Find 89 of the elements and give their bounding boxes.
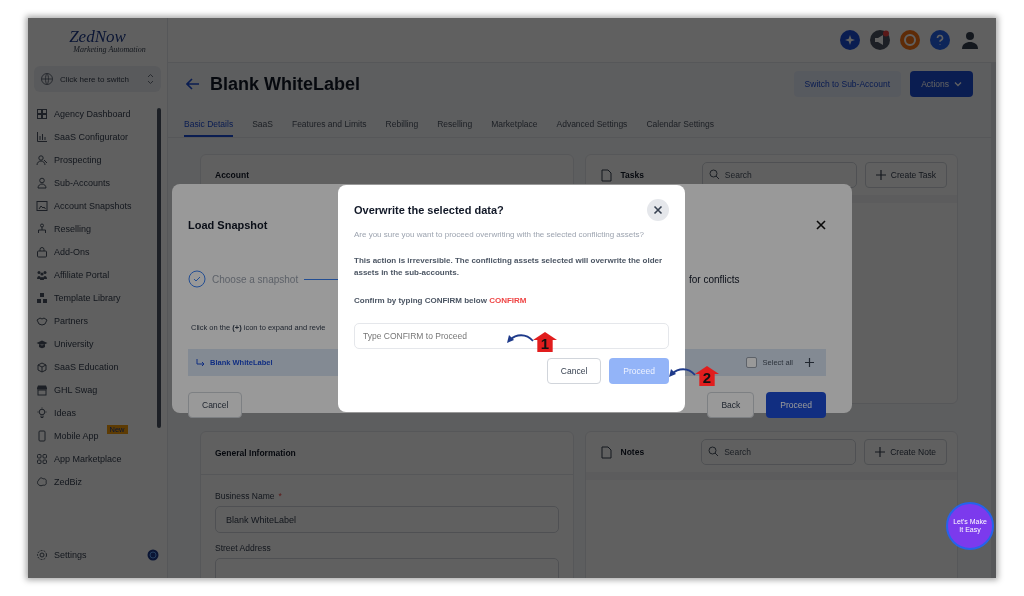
- picture-icon: [36, 199, 48, 212]
- sidebar-item[interactable]: Prospecting: [34, 148, 157, 171]
- card-title: Account: [215, 170, 249, 180]
- sidebar-item[interactable]: Reselling: [34, 217, 157, 240]
- tab[interactable]: Marketplace: [491, 115, 538, 137]
- plus-icon: [875, 447, 886, 457]
- sidebar-item[interactable]: Add-Ons: [34, 240, 157, 263]
- lightbulb-icon: [36, 406, 48, 419]
- sidebar-item[interactable]: Sub-Accounts: [34, 171, 157, 194]
- cancel-button[interactable]: Cancel: [546, 358, 602, 384]
- tab[interactable]: Rebilling: [385, 115, 419, 137]
- create-button[interactable]: Create Task: [864, 162, 947, 188]
- dialog-title: Load Snapshot: [188, 219, 268, 231]
- megaphone-icon[interactable]: [870, 30, 890, 50]
- globe-icon: [40, 72, 54, 86]
- sidebar-item[interactable]: SaaS Education: [34, 355, 157, 378]
- tab[interactable]: Reselling: [437, 115, 473, 137]
- warning-text: This action is irreversible. The conflicting assets selected will overwrite the older assets in the sub-accounts.: [354, 255, 664, 279]
- search-icon: [708, 169, 720, 180]
- card-title: Notes: [620, 447, 646, 457]
- hierarchy-icon: [36, 222, 48, 235]
- required-mark: *: [278, 491, 282, 501]
- tab[interactable]: Features and Limits: [291, 115, 367, 137]
- app-grid-icon: [36, 452, 48, 465]
- search-field[interactable]: Search: [701, 439, 857, 465]
- checkbox[interactable]: [745, 357, 757, 368]
- help-icon[interactable]: [930, 30, 950, 50]
- sidebar-item[interactable]: Agency Dashboard: [34, 102, 157, 125]
- phone-icon: [36, 429, 48, 442]
- proceed-button[interactable]: Proceed: [766, 392, 826, 418]
- question-text: Are you sure you want to proceed overwriting with the selected conflicting assets?: [354, 229, 645, 241]
- back-arrow-icon[interactable]: [186, 77, 200, 91]
- tab[interactable]: Basic Details: [184, 115, 234, 137]
- dialog-title: Overwrite the selected data?: [354, 204, 504, 216]
- avatar-icon[interactable]: [960, 30, 980, 50]
- sparkle-icon[interactable]: [840, 30, 860, 50]
- sidebar-item[interactable]: Template Library: [34, 286, 157, 309]
- text-field[interactable]: Blank WhiteLabel: [215, 506, 559, 533]
- page-title: Blank WhiteLabel: [210, 73, 362, 95]
- create-button[interactable]: Create Note: [864, 439, 947, 465]
- sidebar-item[interactable]: Ideas: [34, 401, 157, 424]
- actions-button[interactable]: Actions: [910, 71, 973, 97]
- settings-icon: [36, 548, 48, 561]
- person-icon: [36, 176, 48, 189]
- sidebar-item[interactable]: Affiliate Portal: [34, 263, 157, 286]
- logo-tagline: Marketing Automation: [73, 44, 146, 54]
- step-label: Choose a snapshot: [212, 273, 299, 285]
- globe-dot-icon: [147, 548, 159, 561]
- field-label: Street Address: [215, 543, 272, 553]
- confirm-keyword: CONFIRM: [489, 296, 527, 305]
- close-icon[interactable]: [816, 220, 826, 230]
- search-icon: [708, 446, 720, 457]
- card-title: Tasks: [620, 170, 645, 180]
- sidebar-item[interactable]: Account Snapshots: [34, 194, 157, 217]
- settings-link[interactable]: Settings: [34, 543, 87, 566]
- store-icon: [36, 383, 48, 396]
- grid-icon: [36, 107, 48, 120]
- bar-chart-icon: [36, 130, 48, 143]
- bag-icon: [36, 245, 48, 258]
- sidebar-item[interactable]: SaaS Configurator: [34, 125, 157, 148]
- text-field[interactable]: [215, 558, 559, 578]
- logo-text: ZedNow: [69, 27, 126, 45]
- sidebar-item[interactable]: App Marketplace: [34, 447, 157, 470]
- back-button[interactable]: Back: [707, 392, 755, 418]
- curved-arrow-icon: [506, 332, 534, 344]
- cancel-button[interactable]: Cancel: [188, 392, 243, 418]
- chevron-down-icon: [954, 81, 962, 87]
- sidebar-item[interactable]: University: [34, 332, 157, 355]
- plus-icon[interactable]: [805, 358, 814, 367]
- plus-icon: [875, 170, 886, 180]
- sidebar-item[interactable]: Partners: [34, 309, 157, 332]
- scrollbar[interactable]: [991, 63, 996, 578]
- people-icon: [36, 153, 48, 166]
- card-title: General Information: [215, 448, 296, 458]
- step-label: for conflicts: [689, 273, 740, 285]
- sidebar-item[interactable]: GHL Swag: [34, 378, 157, 401]
- close-icon[interactable]: [647, 199, 669, 221]
- field-label: Business Name *: [215, 491, 283, 501]
- curved-arrow-icon: [668, 366, 696, 378]
- return-arrow-icon: [196, 358, 205, 367]
- sidebar-item[interactable]: ZedBiz: [34, 470, 157, 493]
- confirm-prompt: Confirm by typing CONFIRM below: [354, 296, 487, 305]
- document-icon: [599, 168, 613, 182]
- cube-icon: [36, 360, 48, 373]
- blocks-icon: [36, 291, 48, 304]
- switch-account-button[interactable]: Switch to Sub-Account: [793, 71, 902, 97]
- up-down-chevron-icon: [146, 73, 155, 85]
- group-icon: [36, 268, 48, 281]
- document-icon: [599, 445, 613, 459]
